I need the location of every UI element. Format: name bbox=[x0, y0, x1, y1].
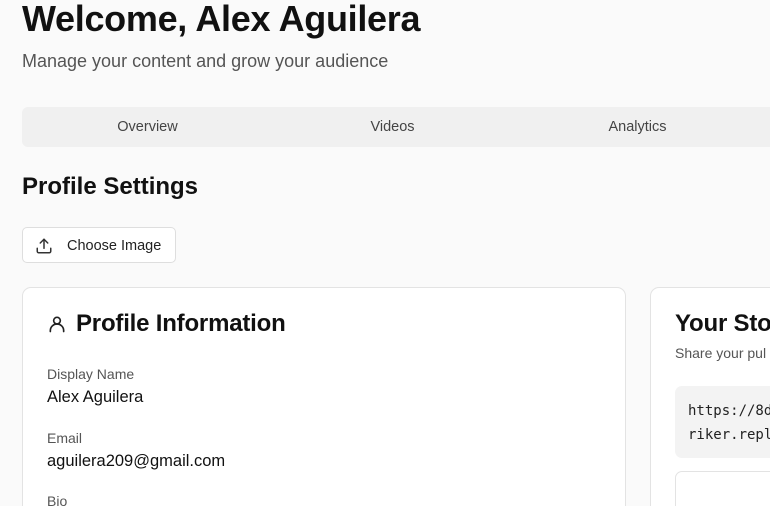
store-card: Your Sto Share your pul https://8d riker… bbox=[650, 287, 770, 506]
tab-videos[interactable]: Videos bbox=[270, 107, 515, 147]
email-value: aguilera209@gmail.com bbox=[47, 452, 226, 470]
tab-bar: Overview Videos Analytics bbox=[22, 107, 770, 147]
profile-card-title: Profile Information bbox=[76, 310, 286, 337]
page: Welcome, Alex Aguilera Manage your conte… bbox=[0, 0, 770, 506]
bio-label: Bio bbox=[47, 493, 68, 506]
welcome-heading: Welcome, Alex Aguilera bbox=[22, 0, 421, 39]
store-inner-panel bbox=[675, 471, 770, 506]
user-icon bbox=[47, 314, 67, 334]
profile-settings-title: Profile Settings bbox=[22, 173, 199, 200]
tab-analytics[interactable]: Analytics bbox=[515, 107, 760, 147]
store-url-box[interactable]: https://8d riker.repl bbox=[675, 386, 770, 458]
choose-image-button[interactable]: Choose Image bbox=[22, 227, 176, 263]
welcome-subtitle: Manage your content and grow your audien… bbox=[22, 51, 389, 71]
upload-icon bbox=[35, 237, 53, 255]
display-name-label: Display Name bbox=[47, 366, 135, 382]
store-card-subtitle: Share your pul bbox=[675, 345, 767, 361]
choose-image-label: Choose Image bbox=[67, 238, 162, 254]
profile-card-header: Profile Information bbox=[47, 310, 286, 338]
store-url-line: https://8d bbox=[688, 403, 770, 419]
email-label: Email bbox=[47, 430, 83, 446]
store-card-title: Your Sto bbox=[675, 310, 770, 337]
display-name-value: Alex Aguilera bbox=[47, 388, 144, 406]
tab-overview[interactable]: Overview bbox=[25, 107, 270, 147]
store-url-line: riker.repl bbox=[688, 427, 770, 443]
profile-information-card: Profile Information Display Name Alex Ag… bbox=[22, 287, 626, 506]
